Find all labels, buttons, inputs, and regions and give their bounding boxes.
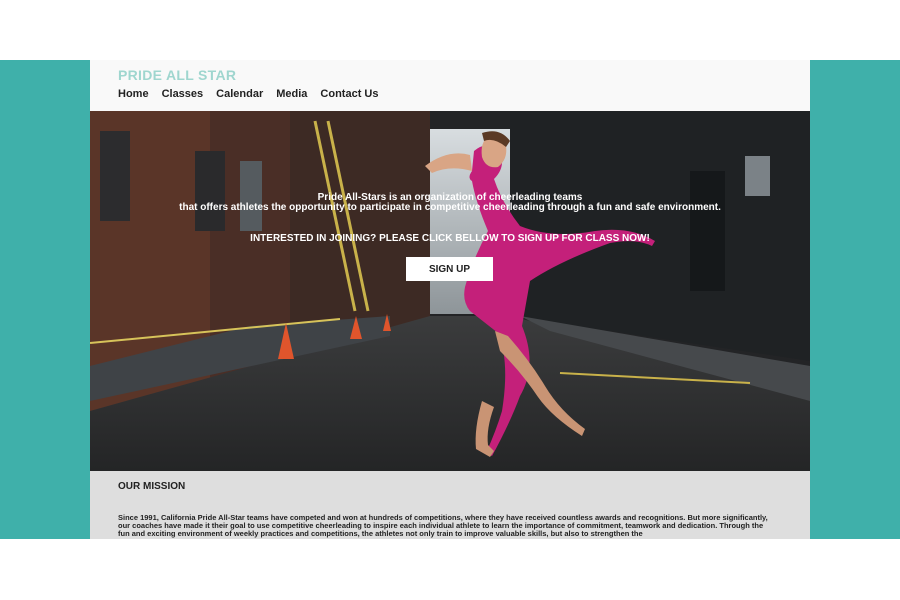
sign-up-button[interactable]: SIGN UP xyxy=(406,257,493,281)
nav-media[interactable]: Media xyxy=(276,88,307,100)
nav-calendar[interactable]: Calendar xyxy=(216,88,263,100)
site-header: PRIDE ALL STAR Home Classes Calendar Med… xyxy=(90,60,810,111)
mission-title: OUR MISSION xyxy=(118,481,186,492)
mission-body: Since 1991, California Pride All-Star te… xyxy=(118,513,768,538)
nav-home[interactable]: Home xyxy=(118,88,149,100)
nav-contact-us[interactable]: Contact Us xyxy=(320,88,378,100)
main-nav: Home Classes Calendar Media Contact Us xyxy=(118,88,378,100)
hero-banner: Pride All-Stars is an organization of ch… xyxy=(90,111,810,471)
site-page: PRIDE ALL STAR Home Classes Calendar Med… xyxy=(90,60,810,539)
nav-classes[interactable]: Classes xyxy=(162,88,204,100)
hero-tagline-line2: that offers athletes the opportunity to … xyxy=(179,202,721,213)
brand-logo-text[interactable]: PRIDE ALL STAR xyxy=(118,67,236,83)
hero-call-to-action: INTERESTED IN JOINING? PLEASE CLICK BELL… xyxy=(250,233,650,244)
hero-photo xyxy=(90,111,810,471)
mission-section: OUR MISSION Since 1991, California Pride… xyxy=(90,471,810,539)
